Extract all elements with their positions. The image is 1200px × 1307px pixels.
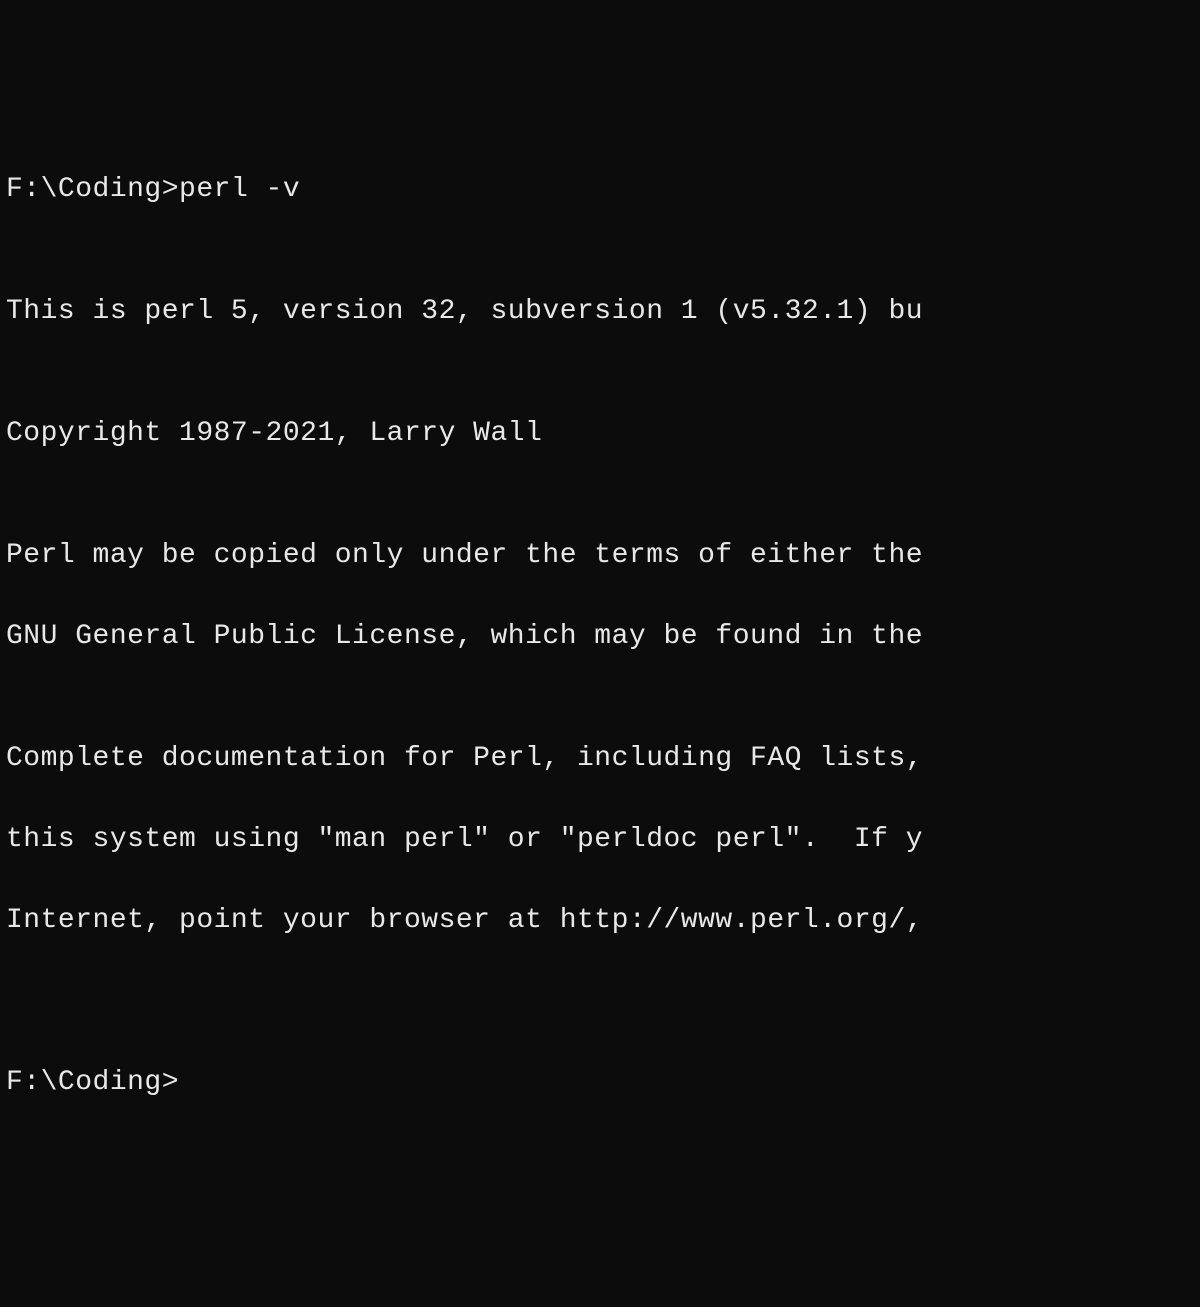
- prompt-line-2[interactable]: F:\Coding>: [6, 1063, 1194, 1104]
- prompt-line-1[interactable]: F:\Coding>perl -v: [6, 170, 1194, 211]
- output-doc-1: Complete documentation for Perl, includi…: [6, 739, 1194, 780]
- prompt-path: F:\Coding>: [6, 1063, 179, 1104]
- output-license-1: Perl may be copied only under the terms …: [6, 536, 1194, 577]
- command-input: perl -v: [179, 170, 300, 211]
- prompt-path: F:\Coding>: [6, 170, 179, 211]
- output-version: This is perl 5, version 32, subversion 1…: [6, 292, 1194, 333]
- output-doc-2: this system using "man perl" or "perldoc…: [6, 820, 1194, 861]
- output-license-2: GNU General Public License, which may be…: [6, 617, 1194, 658]
- output-copyright: Copyright 1987-2021, Larry Wall: [6, 414, 1194, 455]
- output-doc-3: Internet, point your browser at http://w…: [6, 901, 1194, 942]
